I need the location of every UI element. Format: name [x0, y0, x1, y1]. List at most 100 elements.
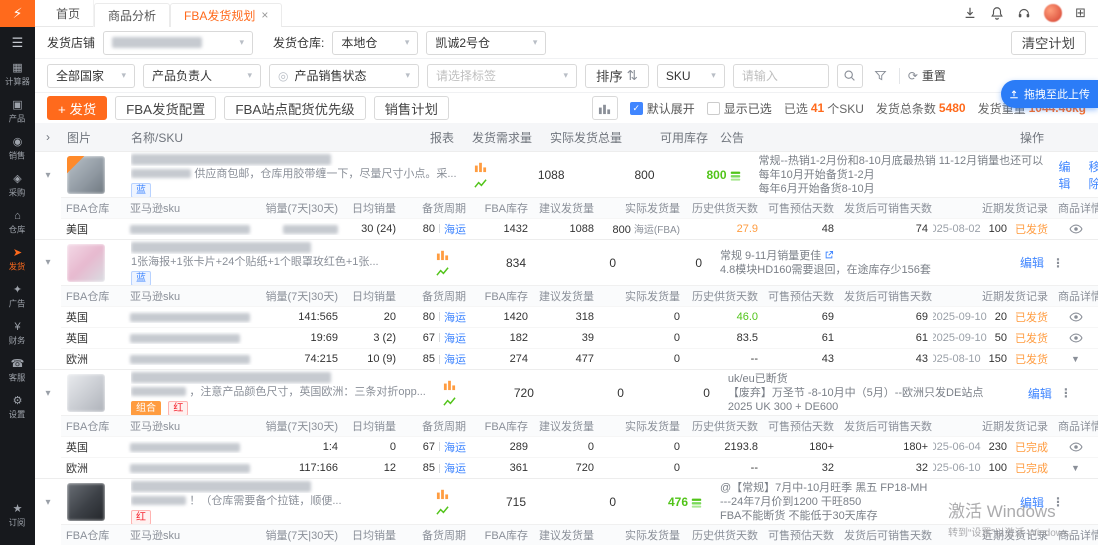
header-actions: ⊞: [951, 4, 1098, 22]
recent-shipment: 2025-08-02 100 已发货: [933, 221, 1053, 237]
expand-more-caret-icon[interactable]: ▼: [1053, 354, 1098, 364]
customer-service-icon: ☎: [11, 358, 25, 370]
ship-button[interactable]: + 发货: [47, 96, 107, 120]
apps-grid-icon[interactable]: ⊞: [1075, 5, 1086, 21]
expand-toggle[interactable]: ▾: [35, 257, 61, 268]
product-detail-eye-icon[interactable]: [1053, 331, 1098, 345]
report-icons: [432, 378, 468, 408]
sidebar-item-ads[interactable]: ✦ 广告: [0, 279, 35, 316]
tag-red: 红: [168, 401, 188, 415]
app-logo-icon[interactable]: ⚡: [0, 0, 35, 27]
chart-view-button[interactable]: [592, 96, 618, 120]
finance-icon: ¥: [14, 321, 20, 333]
fba-priority-button[interactable]: FBA站点配货优先级: [224, 96, 365, 120]
country-filter-select[interactable]: 全部国家 ▾: [47, 64, 135, 88]
product-detail-eye-icon[interactable]: [1053, 222, 1098, 236]
sidebar-item-settings[interactable]: ⚙ 设置: [0, 390, 35, 427]
expand-toggle[interactable]: ▾: [35, 170, 61, 181]
funnel-filter-icon[interactable]: [871, 69, 891, 82]
edit-link[interactable]: 编辑: [1020, 494, 1044, 511]
keyword-input[interactable]: [733, 64, 829, 88]
remove-link[interactable]: 移除: [1089, 158, 1098, 192]
sidebar-item-product[interactable]: ▣ 产品: [0, 94, 35, 131]
product-image[interactable]: [67, 244, 105, 282]
more-actions-icon[interactable]: ⋮: [1060, 386, 1072, 400]
expand-more-caret-icon[interactable]: ▼: [1053, 463, 1098, 473]
store-select[interactable]: ▾: [103, 31, 253, 55]
expand-all-icon[interactable]: ›: [35, 130, 61, 144]
tab-product-analysis[interactable]: 商品分析: [94, 3, 170, 27]
local-warehouse-select[interactable]: 本地仓 ▾: [332, 31, 418, 55]
line-chart-report-icon[interactable]: [474, 177, 487, 190]
edit-link[interactable]: 编辑: [1059, 158, 1081, 192]
calculator-icon: ▦: [12, 62, 22, 74]
kc-warehouse-select[interactable]: 凯诚2号仓 ▾: [426, 31, 546, 55]
product-name-cell: ！（仓库需要备个拉链，顺便... 红: [125, 479, 424, 524]
sidebar-item-shipping[interactable]: ➤ 发货: [0, 242, 35, 279]
sidebar-item-service[interactable]: ☎ 客服: [0, 353, 35, 390]
bar-chart-report-icon[interactable]: [443, 378, 456, 391]
fba-warehouse: 英国: [61, 439, 125, 455]
drag-upload-button[interactable]: 拖拽至此上传: [1001, 80, 1098, 108]
default-expand-checkbox[interactable]: ✓ 默认展开: [630, 100, 695, 117]
expand-toggle[interactable]: ▾: [35, 497, 61, 508]
sidebar-item-subscribe[interactable]: ★ 订阅: [0, 498, 35, 535]
more-actions-icon[interactable]: ⋮: [1052, 495, 1064, 509]
sub-table-header: FBA仓库亚马逊sku 销量(7天|30天)日均销量 备货周期FBA库存 建议发…: [61, 285, 1098, 306]
chevron-down-icon: ▾: [239, 37, 244, 48]
search-icon: [843, 69, 856, 82]
external-link-icon[interactable]: [824, 250, 834, 260]
product-image[interactable]: [67, 483, 105, 521]
sort-button[interactable]: 排序 ⇅: [585, 64, 649, 88]
edit-link[interactable]: 编辑: [1028, 385, 1052, 402]
product-detail-eye-icon[interactable]: [1053, 440, 1098, 454]
tab-fba-shipping-plan[interactable]: FBA发货规划 ×: [170, 3, 282, 27]
owner-filter-select[interactable]: 产品负责人 ▾: [143, 64, 261, 88]
sidebar-item-finance[interactable]: ¥ 财务: [0, 316, 35, 353]
product-image[interactable]: [67, 156, 105, 194]
sku-field-select[interactable]: SKU ▾: [657, 64, 725, 88]
report-icons: [424, 487, 460, 517]
amazon-sku-blurred: [130, 313, 250, 322]
shipping-total-count: 发货总条数5480: [876, 100, 966, 117]
tab-home[interactable]: 首页: [43, 0, 94, 27]
sidebar-menu-icon[interactable]: ☰: [12, 27, 24, 57]
line-chart-report-icon[interactable]: [436, 265, 449, 278]
product-name-cell: ，注意产品颜色尺寸，英国欧洲：三条对折opp... 组合 红: [125, 370, 432, 415]
amazon-sku-blurred: [130, 225, 250, 234]
bar-chart-report-icon[interactable]: [436, 487, 449, 500]
sidebar-item-sales[interactable]: ◉ 销售: [0, 131, 35, 168]
report-icons: [463, 160, 499, 190]
bell-icon[interactable]: [990, 6, 1004, 20]
headset-icon[interactable]: [1017, 6, 1031, 20]
action-bar: + 发货 FBA发货配置 FBA站点配货优先级 销售计划 ✓ 默认展开 显示已选…: [35, 93, 1098, 123]
search-button[interactable]: [837, 64, 863, 88]
download-icon[interactable]: [963, 6, 977, 20]
user-avatar[interactable]: [1044, 4, 1062, 22]
tag-filter-select[interactable]: 请选择标签 ▾: [427, 64, 577, 88]
tag-blue: 蓝: [131, 183, 151, 197]
sales-status-filter-select[interactable]: ◎ 产品销售状态 ▾: [269, 64, 419, 88]
reset-button[interactable]: ⟳ 重置: [908, 67, 946, 84]
sidebar-item-purchase[interactable]: ◈ 采购: [0, 168, 35, 205]
bar-chart-report-icon[interactable]: [474, 160, 487, 173]
chevron-down-icon: ▾: [405, 37, 410, 48]
product-detail-eye-icon[interactable]: [1053, 310, 1098, 324]
close-tab-icon[interactable]: ×: [261, 8, 268, 22]
clear-plan-button[interactable]: 清空计划: [1011, 31, 1086, 55]
bar-chart-report-icon[interactable]: [436, 248, 449, 261]
line-chart-report-icon[interactable]: [436, 504, 449, 517]
show-selected-checkbox[interactable]: 显示已选: [707, 100, 772, 117]
product-image[interactable]: [67, 374, 105, 412]
edit-link[interactable]: 编辑: [1020, 254, 1044, 271]
sub-table-header: FBA仓库亚马逊sku 销量(7天|30天)日均销量 备货周期FBA库存 建议发…: [61, 197, 1098, 218]
expand-toggle[interactable]: ▾: [35, 388, 61, 399]
fba-config-button[interactable]: FBA发货配置: [115, 96, 216, 120]
fba-warehouse: 欧洲: [61, 460, 125, 476]
sidebar-item-calculator[interactable]: ▦ 计算器: [0, 57, 35, 94]
sales-plan-button[interactable]: 销售计划: [374, 96, 449, 120]
more-actions-icon[interactable]: ⋮: [1052, 256, 1064, 270]
line-chart-report-icon[interactable]: [443, 395, 456, 408]
sidebar-item-warehouse[interactable]: ⌂ 仓库: [0, 205, 35, 242]
app-window: ⚡ ☰ ▦ 计算器 ▣ 产品 ◉ 销售 ◈ 采购 ⌂ 仓库 ➤ 发货 ✦ 广告: [0, 0, 1098, 545]
